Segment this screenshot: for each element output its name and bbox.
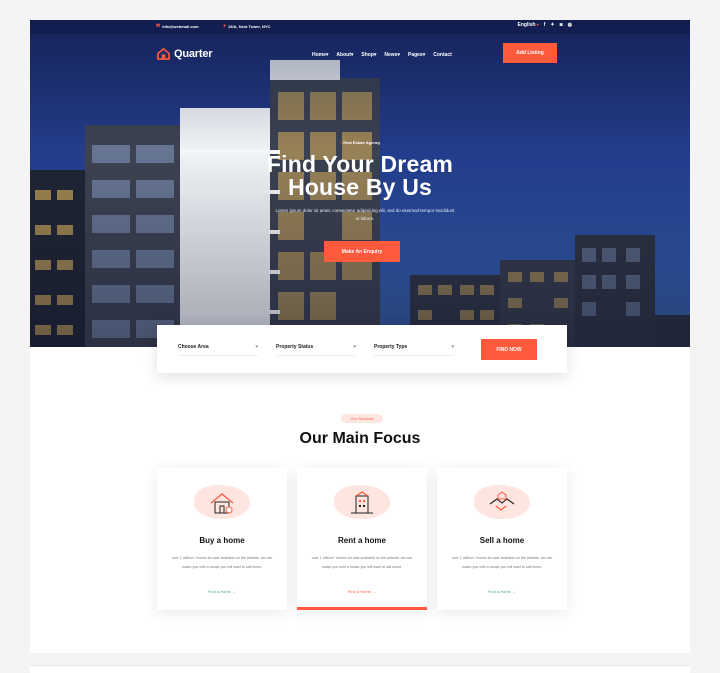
card-description: over 1 million+ homes for sale available… (311, 556, 413, 569)
social-links: English ▾ f ✦ ◙ ◍ (518, 22, 572, 28)
property-search-bar: Choose Area ▾ Property Status ▾ Property… (157, 325, 567, 373)
next-section-edge (30, 665, 690, 673)
handshake-icon (489, 491, 515, 511)
menu-item-home[interactable]: Home▾ (312, 52, 328, 58)
headline-line-1: Find Your Dream (266, 151, 454, 177)
headline-line-2: House By Us (287, 174, 433, 200)
card-description: over 1 million+ homes for sale available… (171, 556, 273, 569)
card-link[interactable]: Find A Home → (297, 589, 427, 594)
find-now-button[interactable]: FIND NOW (481, 339, 537, 360)
menu-item-pages[interactable]: Pages▾ (408, 52, 425, 58)
active-card-underline (297, 607, 427, 610)
logo-text: Quarter (174, 48, 213, 60)
address-text: 15/A, Nest Tower, NYC (228, 23, 271, 29)
services-pill: Our Services (341, 414, 383, 423)
service-card-rent[interactable]: Rent a home over 1 million+ homes for sa… (297, 468, 427, 610)
hero-badge: ⌂ Real Estate Agency (30, 140, 690, 145)
property-status-select[interactable]: Property Status ▾ (276, 344, 356, 356)
card-title: Rent a home (337, 536, 386, 545)
hero-headline: Find Your Dream House By Us (30, 153, 690, 199)
service-card-buy[interactable]: Buy a home over 1 million+ homes for sal… (157, 468, 287, 610)
language-selector[interactable]: English ▾ (518, 22, 539, 28)
mail-icon: ✉ (156, 23, 161, 29)
twitter-icon[interactable]: ✦ (550, 22, 554, 28)
house-icon (210, 493, 234, 514)
card-title: Buy a home (199, 536, 245, 545)
section-title: Our Main Focus (299, 430, 421, 447)
facebook-icon[interactable]: f (544, 22, 546, 28)
main-menu: Home▾ About▾ Shop▾ News▾ Pages▾ Contact (312, 52, 452, 58)
choose-area-select[interactable]: Choose Area ▾ (178, 344, 258, 356)
chevron-down-icon: ▾ (353, 344, 356, 350)
card-description: over 1 million+ homes for sale available… (451, 556, 553, 569)
hero-badge-text: Real Estate Agency (343, 140, 381, 145)
add-listing-button[interactable]: Add Listing (503, 43, 557, 63)
menu-item-news[interactable]: News▾ (384, 52, 400, 58)
email-text: info@webmail.com (162, 23, 199, 29)
card-link[interactable]: Find A Home → (157, 589, 287, 594)
instagram-icon[interactable]: ◙ (560, 22, 563, 28)
page: ✉ info@webmail.com ● 15/A, Nest Tower, N… (30, 20, 690, 653)
hero-section: ✉ info@webmail.com ● 15/A, Nest Tower, N… (30, 20, 690, 347)
card-link[interactable]: Find A Home → (437, 589, 567, 594)
menu-item-contact[interactable]: Contact (433, 52, 452, 58)
main-navbar: Quarter Home▾ About▾ Shop▾ News▾ Pages▾ … (30, 44, 690, 66)
topbar-email[interactable]: ✉ info@webmail.com (156, 23, 199, 29)
choose-area-label: Choose Area (178, 344, 209, 350)
menu-item-about[interactable]: About▾ (336, 52, 353, 58)
menu-item-shop[interactable]: Shop▾ (361, 52, 376, 58)
location-pin-icon: ● (223, 23, 227, 29)
top-bar: ✉ info@webmail.com ● 15/A, Nest Tower, N… (30, 20, 690, 34)
service-card-sell[interactable]: Sell a home over 1 million+ homes for sa… (437, 468, 567, 610)
building-icon (351, 491, 373, 514)
house-logo-icon (157, 48, 170, 60)
home-badge-icon: ⌂ (339, 140, 343, 145)
topbar-address: ● 15/A, Nest Tower, NYC (223, 23, 270, 29)
chevron-down-icon: ▾ (255, 344, 258, 350)
dribbble-icon[interactable]: ◍ (568, 22, 572, 28)
site-logo[interactable]: Quarter (157, 48, 213, 60)
property-type-select[interactable]: Property Type ▾ (374, 344, 454, 356)
property-status-label: Property Status (276, 344, 314, 350)
hero-subtitle: Lorem ipsum dolor sit amet, consectetur … (275, 208, 455, 221)
chevron-down-icon: ▾ (451, 344, 454, 350)
card-title: Sell a home (479, 536, 525, 545)
property-type-label: Property Type (374, 344, 408, 350)
make-enquiry-button[interactable]: Make An Enquiry (324, 241, 400, 262)
